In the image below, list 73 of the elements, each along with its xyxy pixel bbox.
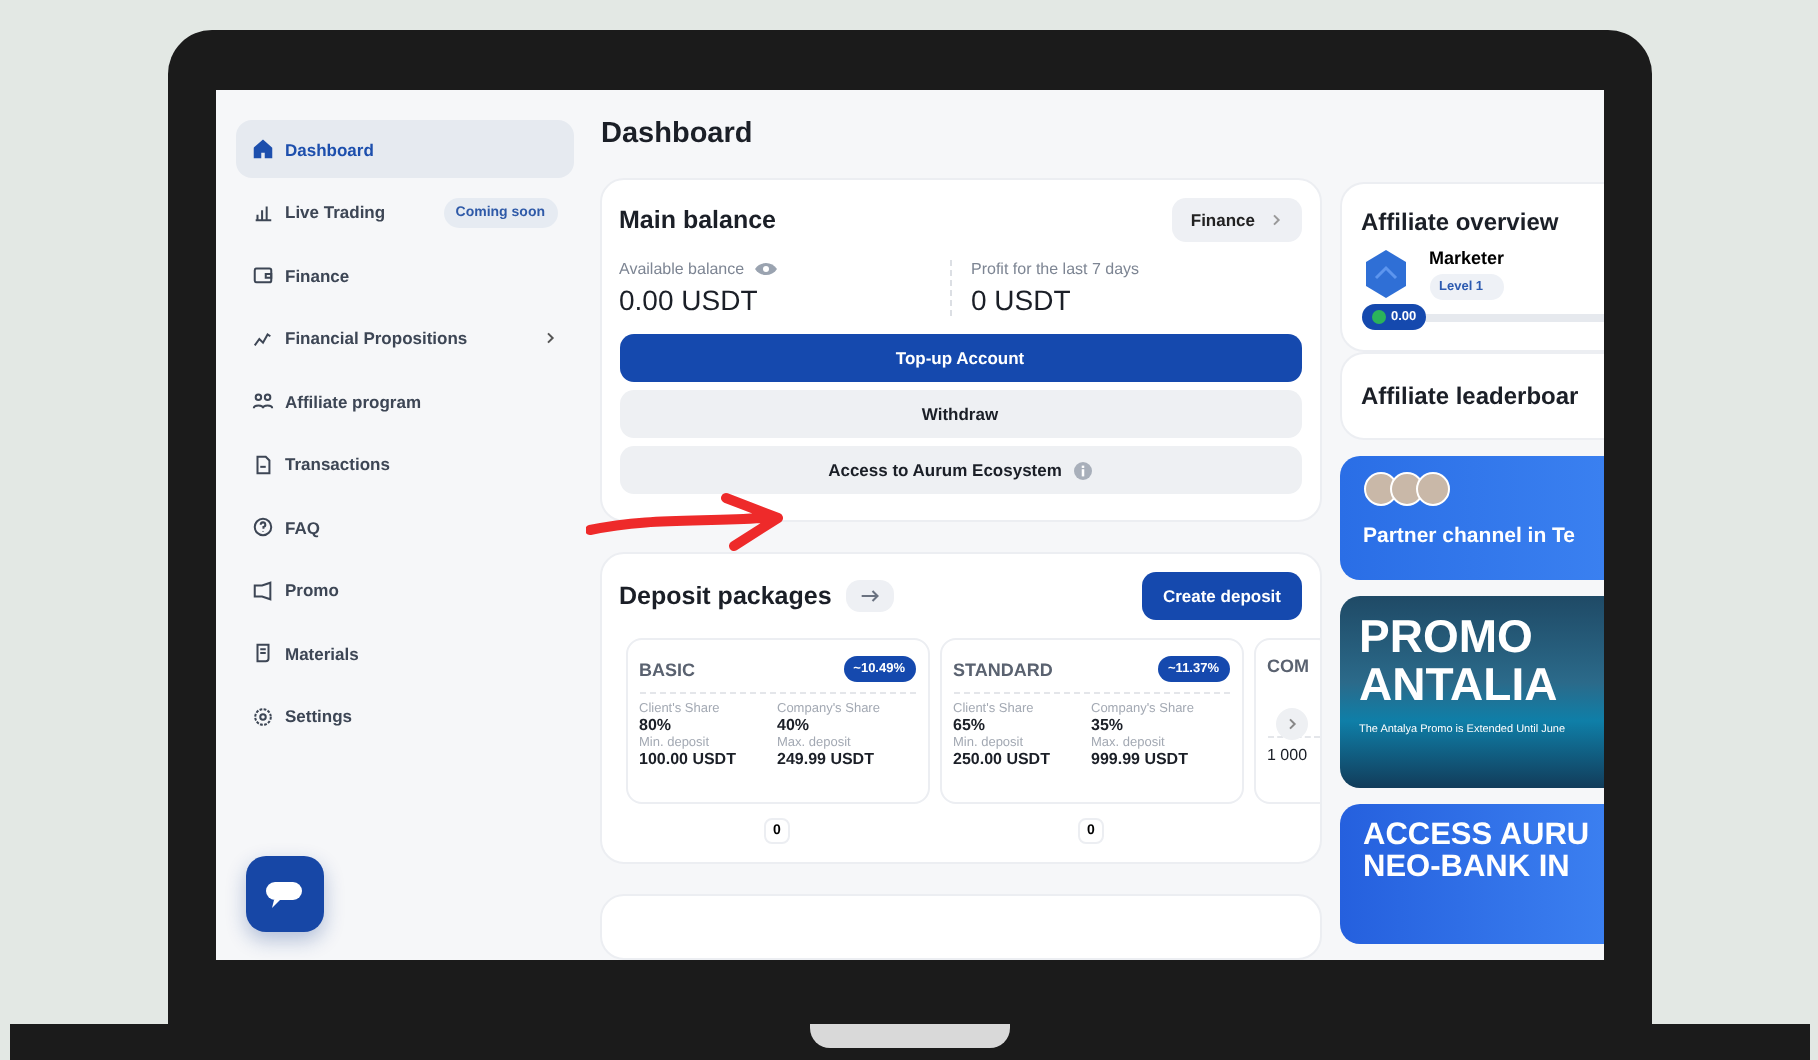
action-button[interactable]: Top-up Account	[619, 334, 1301, 382]
sidebar-item[interactable]: Promo	[235, 561, 573, 619]
sidebar-label: Transactions	[285, 454, 390, 474]
chat-button[interactable]	[245, 856, 323, 932]
stat-label: Available balance	[619, 260, 745, 278]
package-name: COM	[1267, 656, 1309, 676]
banner-text: PROMO	[1359, 612, 1535, 661]
stat-label: Profit for the last 7 days	[971, 260, 1140, 278]
channel-banner[interactable]: ACCESS AURU NEO-BANK IN	[1339, 804, 1603, 944]
chat-bubble-icon	[264, 878, 304, 910]
sidebar-item[interactable]: Dashboard	[235, 120, 573, 178]
eye-icon[interactable]	[754, 260, 779, 278]
arrow-right-icon	[859, 588, 880, 604]
stat-value: 0 USDT	[971, 284, 1073, 316]
sidebar-label: Finance	[285, 265, 350, 285]
line-chart-icon	[251, 327, 273, 349]
sidebar-item[interactable]: Financial Propositions	[235, 309, 573, 367]
banner-text: NEO-BANK IN	[1363, 852, 1572, 886]
field-value: 249.99 USDT	[777, 750, 876, 768]
question-icon	[251, 516, 273, 538]
page-title: Dashboard	[601, 118, 755, 150]
banner-text: ANTALIA	[1359, 660, 1560, 709]
sidebar-label: Settings	[285, 706, 353, 726]
sidebar-item[interactable]: Affiliate program	[235, 372, 573, 430]
banner-text: Partner channel in Te	[1363, 526, 1577, 549]
arrow-button[interactable]	[845, 580, 894, 612]
field-value: 100.00 USDT	[639, 750, 738, 768]
field-value: 1 000	[1267, 746, 1310, 764]
field-value: 250.00 USDT	[953, 750, 1052, 768]
rank-name: Marketer	[1429, 248, 1505, 268]
package-name: BASIC	[639, 659, 696, 679]
finance-button[interactable]: Finance	[1172, 198, 1301, 242]
sidebar-label: Affiliate program	[285, 391, 422, 411]
sidebar-item[interactable]: Finance	[235, 246, 573, 304]
package-card[interactable]: COM 1 000	[1253, 638, 1319, 804]
field-value: 40%	[777, 716, 812, 734]
sidebar-item[interactable]: FAQ	[235, 498, 573, 556]
sidebar-label: FAQ	[285, 517, 320, 537]
action-button[interactable]: Access to Aurum Ecosystem	[619, 446, 1301, 494]
document-icon	[251, 453, 273, 475]
card-title: Main balance	[619, 206, 776, 234]
stat-value: 0.00 USDT	[619, 284, 760, 316]
sidebar-label: Promo	[285, 580, 339, 600]
sidebar-item[interactable]: Settings	[235, 687, 573, 745]
avatar-circle	[1363, 472, 1397, 506]
wallet-icon	[251, 264, 273, 286]
sidebar-item[interactable]: Materials	[235, 624, 573, 682]
field-value: 80%	[639, 716, 674, 734]
sidebar-label: Materials	[285, 643, 359, 663]
create-deposit-button[interactable]: Create deposit	[1142, 572, 1301, 620]
people-icon	[251, 390, 273, 412]
sidebar-item[interactable]: Transactions	[235, 435, 573, 493]
hexagon-badge-icon	[1361, 248, 1409, 300]
settings-icon	[251, 705, 273, 727]
home-icon	[251, 138, 273, 160]
card-title: Affiliate overview	[1361, 208, 1561, 236]
channel-banner[interactable]: Partner channel in Te	[1339, 456, 1603, 580]
info-icon	[1073, 461, 1092, 479]
field-value: 35%	[1091, 716, 1126, 734]
action-button[interactable]: Withdraw	[619, 390, 1301, 438]
card-title: Deposit packages	[619, 582, 832, 610]
sidebar-label: Live Trading	[285, 202, 386, 222]
avatar-circle	[1415, 472, 1449, 506]
scroll-icon	[251, 642, 273, 664]
package-name: STANDARD	[953, 659, 1053, 679]
bar-chart-icon	[251, 201, 273, 223]
banner-text: ACCESS AURU	[1363, 820, 1592, 853]
sidebar-label: Dashboard	[285, 139, 374, 159]
field-value: 999.99 USDT	[1091, 750, 1190, 768]
card-title: Affiliate leaderboar	[1361, 382, 1581, 410]
megaphone-icon	[251, 579, 273, 601]
field-value: 65%	[953, 716, 988, 734]
sidebar-label: Financial Propositions	[285, 328, 468, 348]
